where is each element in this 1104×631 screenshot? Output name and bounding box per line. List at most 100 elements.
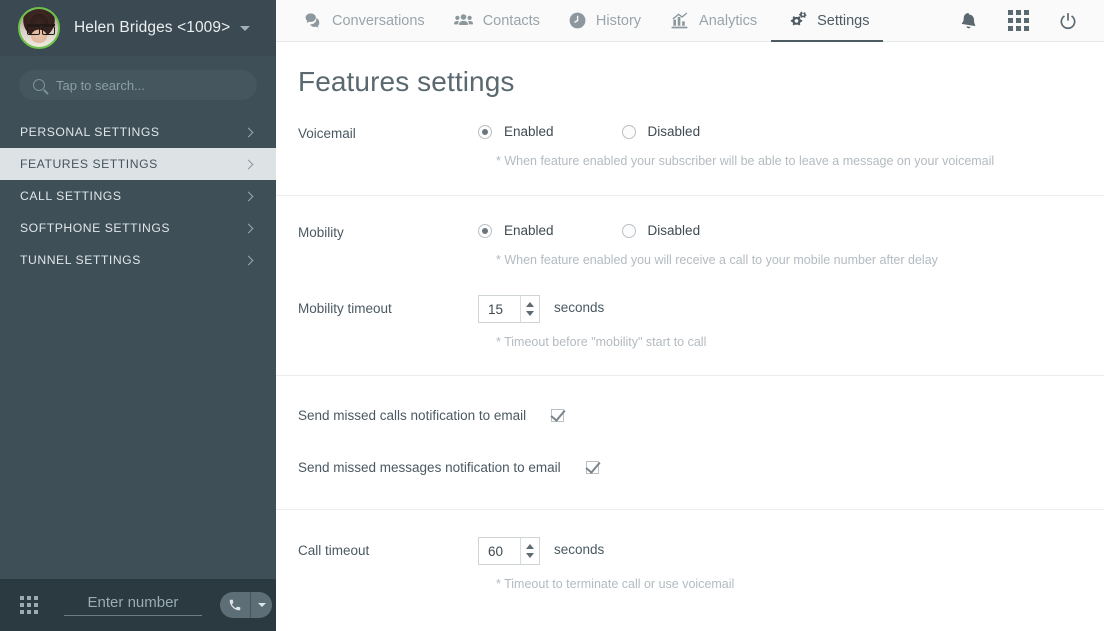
search-container: [0, 56, 276, 110]
sidebar-item-label: SOFTPHONE SETTINGS: [20, 221, 171, 235]
mobility-timeout-label: Mobility timeout: [298, 301, 392, 316]
chevron-right-icon: [243, 159, 254, 169]
tab-label: History: [595, 12, 642, 29]
mobility-hint: * When feature enabled you will receive …: [496, 253, 938, 267]
sidebar-item-features-settings[interactable]: FEATURES SETTINGS: [0, 148, 276, 180]
chevron-right-icon: [243, 255, 254, 265]
contacts-icon: [453, 14, 473, 26]
chevron-right-icon: [243, 223, 254, 233]
phone-icon: [229, 599, 241, 611]
tab-label: Settings: [817, 12, 870, 29]
tab-label: Conversations: [332, 12, 425, 29]
mobility-radio-group: Enabled Disabled: [478, 223, 700, 238]
missed-calls-email-label: Send missed calls notification to email: [298, 408, 527, 423]
page-title: Features settings: [298, 66, 515, 97]
sidebar-item-label: FEATURES SETTINGS: [20, 157, 158, 171]
mobility-enabled-option[interactable]: Enabled: [478, 223, 554, 238]
tab-history[interactable]: History: [554, 0, 655, 41]
search-input[interactable]: [56, 77, 236, 93]
stepper-arrows[interactable]: [520, 296, 539, 322]
sidebar-item-tunnel-settings[interactable]: TUNNEL SETTINGS: [0, 244, 276, 276]
missed-messages-email-label: Send missed messages notification to ema…: [298, 460, 561, 475]
call-options-dropdown[interactable]: [250, 592, 272, 618]
chevron-right-icon: [243, 191, 254, 201]
tab-conversations[interactable]: Conversations: [290, 0, 439, 41]
tab-label: Contacts: [482, 12, 540, 29]
voicemail-hint: * When feature enabled your subscriber w…: [496, 154, 995, 168]
sidebar-item-label: PERSONAL SETTINGS: [20, 125, 160, 139]
missed-calls-email-checkbox[interactable]: [551, 409, 565, 422]
avatar: [18, 7, 60, 49]
bell-icon[interactable]: [946, 0, 990, 42]
mobility-disabled-option[interactable]: Disabled: [621, 223, 701, 238]
tab-contacts[interactable]: Contacts: [439, 0, 554, 41]
radio-icon[interactable]: [478, 124, 492, 139]
power-icon[interactable]: [1046, 0, 1090, 42]
clock-icon: [569, 12, 586, 29]
settings-content: Features settings Voicemail Enabled Disa…: [276, 42, 1104, 631]
tab-analytics[interactable]: Analytics: [655, 0, 771, 41]
stepper-down-icon[interactable]: [526, 553, 534, 558]
voicemail-row: Voicemail Enabled Disabled: [298, 124, 1082, 141]
mobility-label: Mobility: [298, 225, 344, 240]
search-box[interactable]: [19, 70, 257, 100]
sidebar-item-label: TUNNEL SETTINGS: [20, 253, 141, 267]
mobility-timeout-unit: seconds: [554, 300, 605, 315]
chart-icon: [671, 12, 688, 29]
stepper-up-icon[interactable]: [526, 544, 534, 549]
radio-label: Enabled: [504, 124, 554, 139]
voicemail-label: Voicemail: [298, 126, 356, 141]
missed-calls-email-row[interactable]: Send missed calls notification to email: [298, 408, 1082, 423]
radio-icon[interactable]: [621, 124, 636, 139]
call-timeout-label: Call timeout: [298, 543, 370, 558]
mobility-timeout-stepper[interactable]: [478, 295, 540, 323]
sidebar-item-call-settings[interactable]: CALL SETTINGS: [0, 180, 276, 212]
chevron-down-icon[interactable]: [240, 25, 251, 31]
search-icon: [33, 79, 45, 91]
missed-messages-email-row[interactable]: Send missed messages notification to ema…: [298, 460, 1082, 475]
enter-number-input[interactable]: [64, 594, 202, 616]
avatar-glasses: [27, 24, 55, 35]
sidebar-item-personal-settings[interactable]: PERSONAL SETTINGS: [0, 116, 276, 148]
call-timeout-stepper[interactable]: [478, 537, 540, 565]
sidebar-item-label: CALL SETTINGS: [20, 189, 122, 203]
chat-icon: [305, 13, 320, 28]
radio-icon[interactable]: [478, 223, 492, 238]
section-call-timeout: Call timeout seconds * Timeout to termin…: [276, 510, 1104, 591]
gears-icon: [790, 11, 808, 26]
stepper-arrows[interactable]: [520, 538, 539, 564]
call-button-group: [220, 592, 272, 618]
chevron-down-icon: [257, 603, 266, 607]
mobility-row: Mobility Enabled Disabled: [298, 223, 1082, 240]
mobility-timeout-input[interactable]: [479, 296, 520, 322]
chevron-right-icon: [243, 127, 254, 137]
radio-label: Enabled: [504, 223, 554, 238]
call-timeout-input[interactable]: [479, 538, 520, 564]
sidebar-item-softphone-settings[interactable]: SOFTPHONE SETTINGS: [0, 212, 276, 244]
voicemail-enabled-option[interactable]: Enabled: [478, 124, 554, 139]
stepper-down-icon[interactable]: [526, 311, 534, 316]
call-button[interactable]: [220, 592, 250, 618]
call-timeout-row: Call timeout seconds: [298, 537, 1082, 565]
section-notifications: Send missed calls notification to email …: [276, 376, 1104, 475]
call-timeout-hint: * Timeout to terminate call or use voice…: [496, 577, 735, 591]
missed-messages-email-checkbox[interactable]: [585, 461, 599, 474]
radio-label: Disabled: [647, 124, 701, 139]
voicemail-disabled-option[interactable]: Disabled: [621, 124, 701, 139]
mobility-timeout-hint: * Timeout before "mobility" start to cal…: [496, 335, 707, 349]
sidebar-user-header[interactable]: Helen Bridges <1009>: [0, 0, 276, 56]
tab-label: Analytics: [699, 12, 758, 29]
tab-settings[interactable]: Settings: [771, 0, 884, 42]
radio-label: Disabled: [647, 223, 701, 238]
sidebar-menu: PERSONAL SETTINGS FEATURES SETTINGS CALL…: [0, 116, 276, 276]
call-timeout-unit: seconds: [554, 542, 605, 557]
app-root: Helen Bridges <1009> PERSONAL SETTINGS F…: [0, 0, 1104, 631]
mobility-timeout-row: Mobility timeout seconds: [298, 295, 1082, 323]
dialer-bar: [0, 579, 276, 631]
voicemail-radio-group: Enabled Disabled: [478, 124, 700, 139]
dialpad-icon[interactable]: [20, 596, 38, 614]
radio-icon[interactable]: [621, 223, 636, 238]
sidebar: Helen Bridges <1009> PERSONAL SETTINGS F…: [0, 0, 276, 631]
stepper-up-icon[interactable]: [526, 302, 534, 307]
apps-grid-icon[interactable]: [996, 0, 1040, 42]
